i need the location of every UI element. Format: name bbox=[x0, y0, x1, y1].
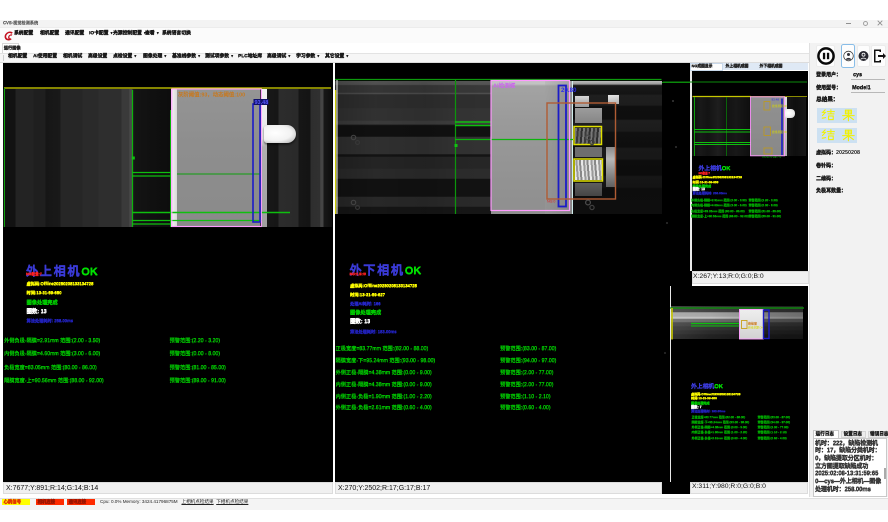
svg-text:绝缘测距OK: 绝缘测距OK bbox=[772, 130, 787, 134]
svg-text:XS:41.5 Ra:7.9: XS:41.5 Ra:7.9 bbox=[762, 155, 781, 159]
svg-text:NG:0: NG:0 bbox=[547, 200, 555, 204]
svg-text:93.48: 93.48 bbox=[771, 98, 779, 102]
svg-text:20.80: 20.80 bbox=[561, 87, 577, 94]
svg-text:AI检测框: AI检测框 bbox=[493, 82, 516, 90]
svg-text:绝缘测距OK: 绝缘测距OK bbox=[748, 325, 763, 329]
svg-text:绝缘测距OK: 绝缘测距OK bbox=[772, 104, 787, 108]
svg-text:93,48: 93,48 bbox=[254, 100, 268, 106]
svg-text:灰阶阈值:93，动态阈值:100: 灰阶阈值:93，动态阈值:100 bbox=[178, 91, 245, 99]
